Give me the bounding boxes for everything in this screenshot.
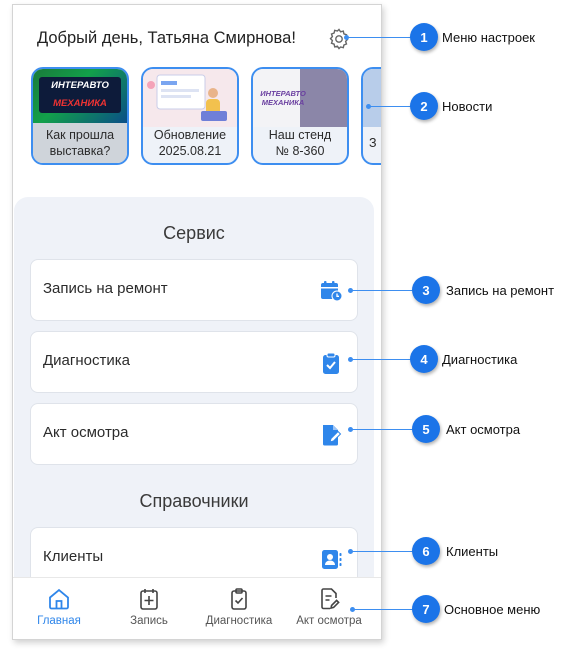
contact-card-icon <box>319 547 343 571</box>
callout-text: Акт осмотра <box>446 422 521 437</box>
callout-repair-booking: 3 Запись на ремонт <box>348 276 564 306</box>
nav-home[interactable]: Главная <box>13 578 105 639</box>
story-caption: Наш стенд <box>268 128 332 142</box>
card-label: Акт осмотра <box>43 424 129 441</box>
callout-settings-menu: 1 Меню настроек <box>344 23 544 53</box>
card-label: Клиенты <box>43 548 104 565</box>
calendar-clock-icon <box>319 279 343 303</box>
document-edit-icon <box>319 423 343 447</box>
section-title-references: Справочники <box>139 491 249 511</box>
section-title-service: Сервис <box>163 223 225 243</box>
story-thumbnail <box>143 69 237 127</box>
logo-text: МЕХАНИКА <box>53 98 107 109</box>
clipboard-check-icon <box>319 351 343 375</box>
story-caption: № 8-360 <box>275 144 325 158</box>
nav-booking[interactable]: Запись <box>103 578 195 639</box>
diagnostics-button[interactable]: Диагностика <box>30 331 358 393</box>
callout-main-menu: 7 Основное меню <box>350 595 560 625</box>
logo-text: ИНТЕРАВТО <box>51 80 109 91</box>
callout-text: Основное меню <box>444 602 541 617</box>
story-thumbnail: ИНТЕРАВТО МЕХАНИКА <box>33 69 127 127</box>
callout-text: Клиенты <box>446 544 499 559</box>
story-caption: Обновление <box>153 128 227 142</box>
story-stand[interactable]: ИНТЕРАВТО МЕХАНИКА Наш стенд № 8-360 <box>251 67 349 165</box>
news-stories: ИНТЕРАВТО МЕХАНИКА Как прошла выставка? <box>31 67 381 169</box>
document-edit-icon <box>317 587 341 611</box>
logo-text: МЕХАНИКА <box>261 98 305 107</box>
story-thumbnail: ИНТЕРАВТО МЕХАНИКА <box>253 69 347 127</box>
story-caption: Как прошла <box>45 128 115 142</box>
repair-booking-button[interactable]: Запись на ремонт <box>30 259 358 321</box>
callout-number: 7 <box>412 595 440 623</box>
card-label: Запись на ремонт <box>43 280 168 297</box>
greeting-text: Добрый день, Татьяна Смирнова! <box>37 29 296 47</box>
callout-text: Меню настроек <box>442 30 535 45</box>
nav-label: Запись <box>130 615 168 627</box>
callout-inspection-act: 5 Акт осмотра <box>348 415 558 445</box>
logo-text: ИНТЕРАВТО <box>260 89 306 98</box>
nav-label: Главная <box>37 615 81 627</box>
callout-number: 6 <box>412 537 440 565</box>
clipboard-check-icon <box>227 587 251 611</box>
story-update[interactable]: Обновление 2025.08.21 <box>141 67 239 165</box>
callout-clients: 6 Клиенты <box>348 537 558 567</box>
callout-number: 5 <box>412 415 440 443</box>
story-caption: З <box>369 136 377 150</box>
calendar-plus-icon <box>137 587 161 611</box>
story-caption: 2025.08.21 <box>158 144 222 158</box>
services-panel: Сервис Запись на ремонт Диагностика Акт … <box>14 197 374 617</box>
callout-number: 3 <box>412 276 440 304</box>
nav-label: Диагностика <box>205 615 273 627</box>
story-caption: выставка? <box>49 144 111 158</box>
callout-number: 1 <box>410 23 438 51</box>
inspection-act-button[interactable]: Акт осмотра <box>30 403 358 465</box>
home-icon <box>47 587 71 611</box>
callout-text: Диагностика <box>442 352 518 367</box>
card-label: Диагностика <box>43 352 130 369</box>
nav-diagnostics[interactable]: Диагностика <box>193 578 285 639</box>
callout-news: 2 Новости <box>366 92 566 122</box>
story-exhibition[interactable]: ИНТЕРАВТО МЕХАНИКА Как прошла выставка? <box>31 67 129 165</box>
callout-diagnostics: 4 Диагностика <box>348 345 558 375</box>
bottom-navigation: Главная Запись Диагностика Акт осмотра <box>13 577 381 639</box>
phone-screen: Добрый день, Татьяна Смирнова! ИНТЕРАВТО… <box>12 4 382 640</box>
callout-number: 4 <box>410 345 438 373</box>
callout-text: Запись на ремонт <box>446 283 555 298</box>
callout-text: Новости <box>442 99 493 114</box>
callout-number: 2 <box>410 92 438 120</box>
